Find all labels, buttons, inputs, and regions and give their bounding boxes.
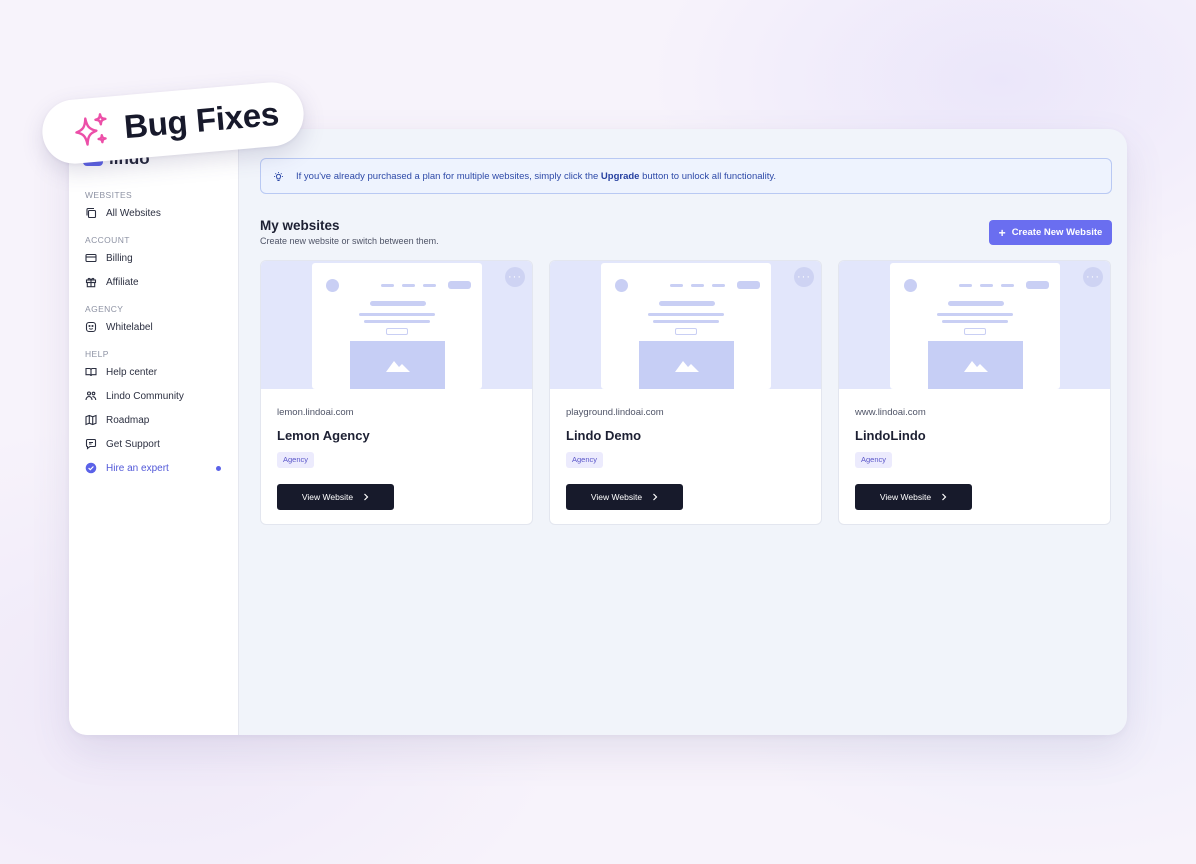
users-icon <box>85 391 97 401</box>
section-title-account: ACCOUNT <box>85 235 130 245</box>
more-options-button[interactable]: ··· <box>505 267 525 287</box>
website-name: LindoLindo <box>855 428 926 443</box>
website-url: playground.lindoai.com <box>566 407 664 418</box>
sidebar-item-affiliate[interactable]: Affiliate <box>85 270 225 294</box>
image-placeholder-icon <box>350 341 445 389</box>
website-thumbnail[interactable]: ··· <box>550 261 821 389</box>
book-icon <box>85 367 97 377</box>
more-options-button[interactable]: ··· <box>1083 267 1103 287</box>
badge-label: Bug Fixes <box>122 94 281 146</box>
notice-text: If you've already purchased a plan for m… <box>296 170 777 182</box>
website-name: Lemon Agency <box>277 428 370 443</box>
chevron-right-icon <box>653 493 658 501</box>
sparkles-icon <box>75 113 107 146</box>
sidebar-item-hire-an-expert[interactable]: Hire an expert <box>85 456 225 480</box>
website-tag-badge: Agency <box>277 452 315 468</box>
sidebar-item-all-websites[interactable]: All Websites <box>85 201 225 225</box>
upgrade-notice: If you've already purchased a plan for m… <box>260 158 1112 194</box>
chevron-right-icon <box>942 493 947 501</box>
sidebar-item-whitelabel[interactable]: Whitelabel <box>85 315 225 339</box>
website-tag-badge: Agency <box>855 452 893 468</box>
chevron-right-icon <box>364 493 369 501</box>
sidebar-item-lindo-community[interactable]: Lindo Community <box>85 384 225 408</box>
more-options-button[interactable]: ··· <box>794 267 814 287</box>
website-thumbnail[interactable]: ··· <box>261 261 532 389</box>
gift-icon <box>85 277 97 288</box>
website-card: ··· playground.lindoai.com Lindo Demo Ag… <box>549 260 822 525</box>
section-title-agency: AGENCY <box>85 304 124 314</box>
sidebar-item-billing[interactable]: Billing <box>85 246 225 270</box>
website-url: lemon.lindoai.com <box>277 407 354 418</box>
map-icon <box>85 414 97 426</box>
view-website-button[interactable]: View Website <box>277 484 394 510</box>
image-placeholder-icon <box>928 341 1023 389</box>
view-website-button[interactable]: View Website <box>566 484 683 510</box>
sidebar-item-help-center[interactable]: Help center <box>85 360 225 384</box>
websites-heading: My websites Create new website or switch… <box>260 218 439 246</box>
website-thumbnail[interactable]: ··· <box>839 261 1110 389</box>
section-title-help: HELP <box>85 349 109 359</box>
website-tag-badge: Agency <box>566 452 604 468</box>
credit-card-icon <box>85 253 97 263</box>
main-content: If you've already purchased a plan for m… <box>239 129 1127 735</box>
sidebar-item-get-support[interactable]: Get Support <box>85 432 225 456</box>
sidebar: lindo WEBSITES All Websites ACCOUNT Bill… <box>69 129 239 735</box>
website-card: ··· www.lindoai.com LindoLindo Agency Vi… <box>838 260 1111 525</box>
create-new-website-button[interactable]: + Create New Website <box>989 220 1112 245</box>
plus-icon: + <box>998 225 1006 240</box>
page-subtitle: Create new website or switch between the… <box>260 236 439 246</box>
section-title-websites: WEBSITES <box>85 190 133 200</box>
view-website-button[interactable]: View Website <box>855 484 972 510</box>
website-url: www.lindoai.com <box>855 407 926 418</box>
verified-icon <box>85 462 97 474</box>
lightbulb-icon <box>274 171 283 181</box>
notification-dot <box>216 465 221 471</box>
website-name: Lindo Demo <box>566 428 642 443</box>
copy-icon <box>86 207 97 219</box>
app-window: lindo WEBSITES All Websites ACCOUNT Bill… <box>69 129 1127 735</box>
face-icon <box>85 321 97 333</box>
website-preview <box>890 263 1060 389</box>
chat-icon <box>85 438 97 450</box>
website-card: ··· lemon.lindoai.com Lemon Agency Agenc… <box>260 260 533 525</box>
sidebar-item-roadmap[interactable]: Roadmap <box>85 408 225 432</box>
image-placeholder-icon <box>639 341 734 389</box>
page-title: My websites <box>260 218 340 233</box>
website-preview <box>601 263 771 389</box>
website-preview <box>312 263 482 389</box>
